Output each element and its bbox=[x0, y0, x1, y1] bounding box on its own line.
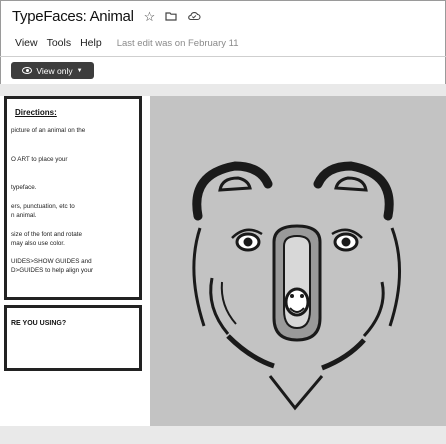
menu-bar: View Tools Help Last edit was on Februar… bbox=[15, 37, 239, 49]
directions-line: D>GUIDES to help align your bbox=[11, 267, 94, 274]
cheek-right bbox=[362, 281, 385, 338]
view-only-label: View only bbox=[36, 65, 73, 76]
caret-down-icon: ▼ bbox=[76, 67, 83, 74]
document-title[interactable]: TypeFaces: Animal bbox=[12, 8, 134, 25]
head-right-arc bbox=[388, 227, 402, 327]
head-left-arc bbox=[192, 227, 206, 327]
nostril-right bbox=[300, 294, 304, 298]
left-ear bbox=[192, 161, 273, 221]
eye-icon bbox=[22, 67, 33, 74]
directions-line: UIDES>SHOW GUIDES and bbox=[11, 258, 92, 265]
left-pupil bbox=[243, 237, 253, 247]
directions-line: O ART to place your bbox=[11, 156, 68, 163]
right-ear bbox=[313, 161, 394, 221]
last-edit-link[interactable]: Last edit was on February 11 bbox=[117, 38, 239, 49]
menu-view[interactable]: View bbox=[15, 37, 38, 49]
cheek-left-inner bbox=[220, 281, 237, 325]
directions-heading: Directions: bbox=[15, 108, 57, 117]
question-box: RE YOU USING? bbox=[4, 305, 142, 371]
directions-line: may also use color. bbox=[11, 240, 65, 247]
bear-typeface-illustration bbox=[192, 161, 402, 411]
menu-help[interactable]: Help bbox=[80, 37, 102, 49]
menu-tools[interactable]: Tools bbox=[47, 37, 72, 49]
directions-line: typeface. bbox=[11, 184, 37, 191]
right-ear-inner bbox=[334, 176, 368, 192]
chin-v bbox=[268, 375, 324, 411]
jaw-right bbox=[321, 338, 366, 371]
directions-line: size of the font and rotate bbox=[11, 231, 83, 238]
view-only-button[interactable]: View only ▼ bbox=[11, 62, 94, 79]
directions-line: picture of an animal on the bbox=[11, 127, 86, 134]
star-icon[interactable]: ☆ bbox=[144, 10, 156, 23]
title-bar: TypeFaces: Animal ☆ bbox=[12, 8, 201, 25]
folder-icon[interactable] bbox=[165, 10, 177, 23]
directions-box: Directions: picture of an animal on the … bbox=[4, 96, 142, 300]
question-text: RE YOU USING? bbox=[11, 320, 67, 327]
right-pupil bbox=[341, 237, 351, 247]
left-ear-inner bbox=[218, 176, 252, 192]
directions-line: n animal. bbox=[11, 212, 37, 219]
nostril-left bbox=[290, 294, 294, 298]
directions-line: ers, punctuation, etc to bbox=[11, 203, 75, 210]
cloud-icon[interactable] bbox=[187, 10, 201, 23]
toolbar-divider bbox=[0, 56, 446, 57]
jaw-left bbox=[226, 334, 275, 369]
